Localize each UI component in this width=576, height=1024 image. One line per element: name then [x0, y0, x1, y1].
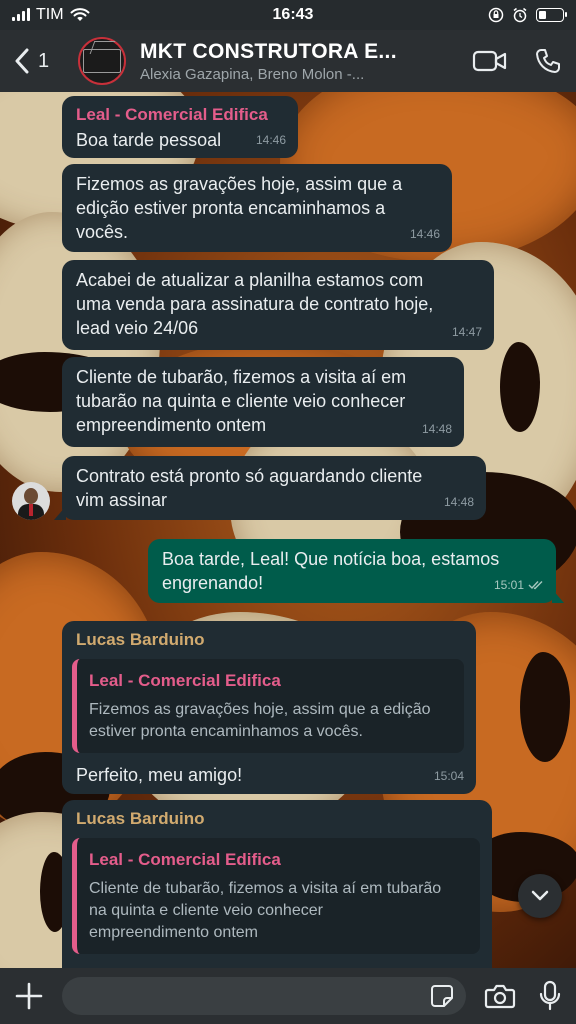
group-name: MKT CONSTRUTORA E... — [140, 39, 397, 63]
message-text: Boa tarde pessoal — [76, 130, 222, 150]
message-text-line: uma venda para assinatura de contrato ho… — [76, 294, 434, 314]
message-bubble[interactable]: Acabei de atualizar a planilha estamos c… — [62, 260, 494, 350]
message-input[interactable] — [62, 977, 466, 1015]
message-text-line: Cliente de tubarão, fizemos a visita aí … — [76, 367, 407, 387]
message-text-line: engrenando! — [162, 573, 264, 593]
message-time: 14:48 — [443, 495, 474, 509]
cellular-signal-icon — [12, 8, 30, 21]
read-receipt-icon — [528, 581, 543, 590]
composer-bar — [0, 968, 576, 1024]
quoted-text-line: empreendimento ontem — [89, 924, 258, 941]
message-text-line: Acabei de atualizar a planilha estamos c… — [76, 270, 424, 290]
message-text: Perfeito, meu amigo! — [76, 765, 243, 785]
quoted-text-line: estiver pronta encaminhamos a vocês. — [89, 723, 363, 740]
carrier-name: TIM — [36, 6, 64, 23]
reply-message-bubble[interactable]: Lucas Barduino Leal - Comercial Edifica … — [62, 800, 492, 968]
quoted-message[interactable]: Leal - Comercial Edifica Cliente de tuba… — [72, 838, 480, 954]
message-time: 14:46 — [409, 227, 440, 241]
back-chevron-icon — [15, 48, 29, 74]
message-time: 15:01 — [493, 578, 524, 592]
group-members: Alexia Gazapina, Breno Molon -... — [140, 65, 365, 83]
message-text-line: Boa tarde, Leal! Que notícia boa, estamo… — [162, 549, 500, 569]
message-text-line: tubarão na quinta e cliente veio conhece… — [76, 391, 406, 411]
sender-avatar[interactable] — [12, 482, 50, 520]
orientation-lock-icon — [488, 7, 504, 23]
reply-message-bubble[interactable]: Lucas Barduino Leal - Comercial Edifica … — [62, 621, 476, 794]
sender-name: Leal - Comercial Edifica — [76, 105, 268, 124]
message-time: 14:47 — [451, 325, 482, 339]
clock: 16:43 — [272, 6, 314, 23]
back-button[interactable]: 1 — [14, 48, 78, 74]
chat-header: 1 MKT CONSTRUTORA E... Alexia Gazapina, … — [0, 30, 576, 92]
message-time: 15:04 — [433, 769, 464, 783]
message-text-line: edição estiver pronta encaminhamos a — [76, 198, 386, 218]
sticker-icon[interactable] — [430, 984, 454, 1008]
unread-count: 1 — [38, 49, 50, 72]
message-bubble[interactable]: Contrato está pronto só aguardando clien… — [54, 456, 486, 520]
message-bubble[interactable]: Cliente de tubarão, fizemos a visita aí … — [62, 357, 464, 447]
message-text-line: vocês. — [76, 222, 129, 242]
microphone-icon[interactable] — [538, 980, 562, 1012]
sender-name: Lucas Barduino — [76, 630, 205, 649]
message-text-line: empreendimento ontem — [76, 415, 267, 435]
quoted-text-line: na quinta e cliente veio conhecer — [89, 902, 323, 919]
message-bubble[interactable]: Leal - Comercial Edifica Boa tarde pesso… — [62, 96, 298, 158]
sender-name: Lucas Barduino — [76, 809, 205, 828]
message-text-line: Fizemos as gravações hoje, assim que a — [76, 174, 403, 194]
quoted-sender: Leal - Comercial Edifica — [89, 850, 281, 869]
quoted-text-line: Fizemos as gravações hoje, assim que a e… — [89, 701, 431, 718]
logo-house-icon — [83, 49, 121, 73]
plus-icon[interactable] — [14, 981, 44, 1011]
message-time: 14:46 — [255, 133, 286, 147]
phone-icon[interactable] — [534, 47, 562, 75]
camera-icon[interactable] — [484, 983, 516, 1009]
outgoing-message-bubble[interactable]: Boa tarde, Leal! Que notícia boa, estamo… — [148, 539, 564, 603]
status-bar: TIM 16:43 — [0, 0, 576, 30]
chevron-down-icon — [531, 890, 549, 901]
video-call-icon[interactable] — [472, 49, 508, 73]
quoted-message[interactable]: Leal - Comercial Edifica Fizemos as grav… — [72, 659, 464, 753]
message-text-line: lead veio 24/06 — [76, 318, 199, 338]
scroll-to-bottom-button[interactable] — [518, 874, 562, 918]
message-time: 14:48 — [421, 422, 452, 436]
message-bubble[interactable]: Fizemos as gravações hoje, assim que a e… — [62, 164, 452, 252]
quoted-sender: Leal - Comercial Edifica — [89, 671, 281, 690]
message-text-line: vim assinar — [76, 490, 168, 510]
message-list[interactable]: Leal - Comercial Edifica Boa tarde pesso… — [0, 92, 576, 968]
group-info[interactable]: MKT CONSTRUTORA E... Alexia Gazapina, Br… — [140, 40, 462, 83]
quoted-text-line: Cliente de tubarão, fizemos a visita aí … — [89, 880, 442, 897]
group-avatar[interactable] — [78, 37, 126, 85]
wifi-icon — [70, 8, 90, 21]
battery-icon — [536, 8, 567, 22]
alarm-icon — [513, 7, 527, 23]
message-text-line: Contrato está pronto só aguardando clien… — [76, 466, 423, 486]
